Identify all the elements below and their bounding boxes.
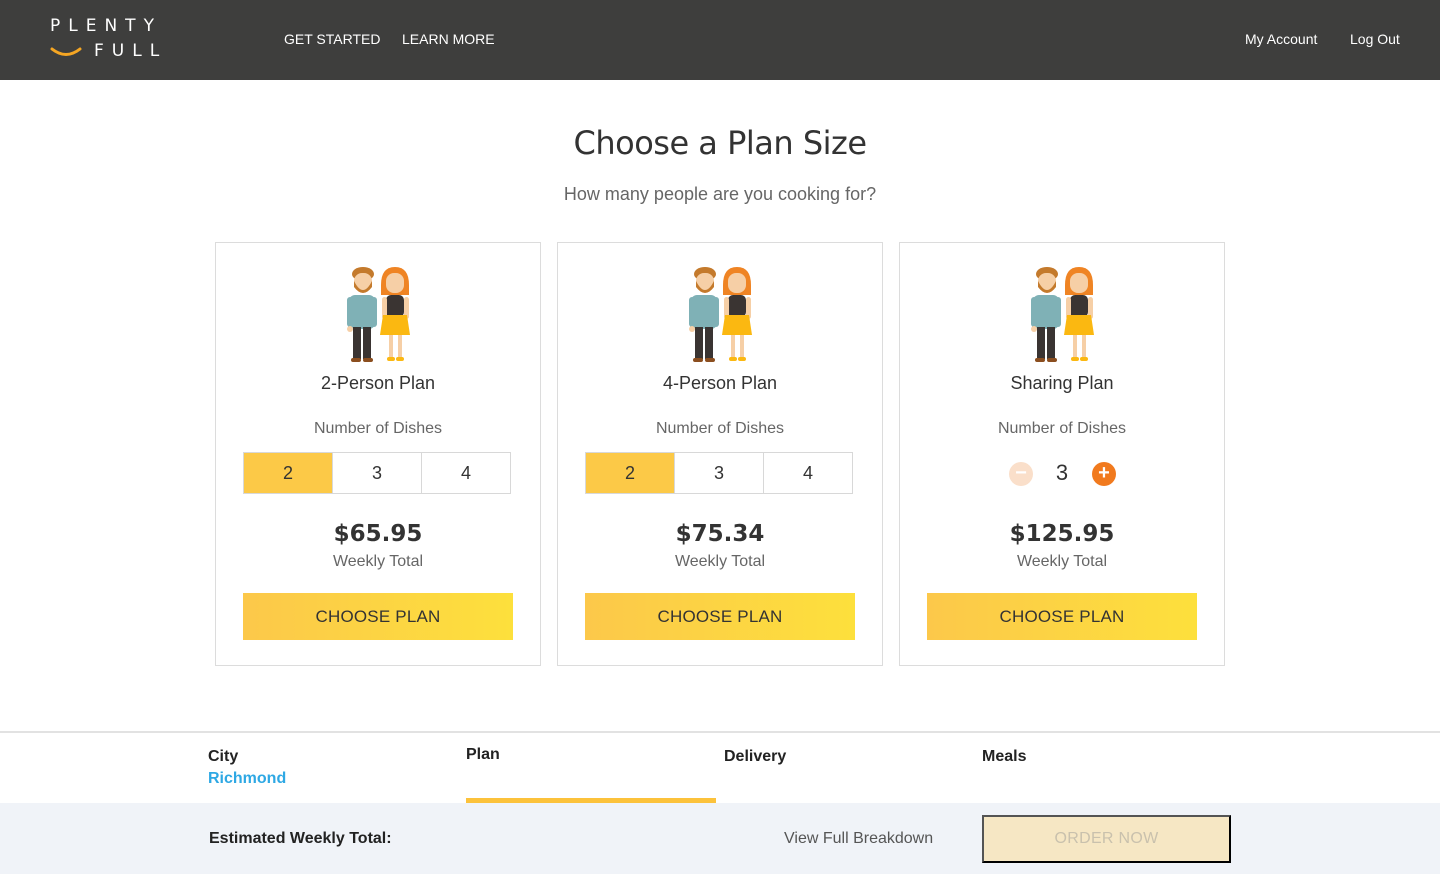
price-label: Weekly Total: [1016, 553, 1108, 570]
choose-plan-button[interactable]: CHOOSE PLAN: [585, 593, 855, 640]
my-account-link[interactable]: My Account: [1245, 31, 1317, 47]
step-city-label: City: [208, 748, 239, 765]
dishes-option-2[interactable]: 2: [586, 453, 675, 493]
step-plan-label: Plan: [466, 746, 500, 763]
price-label: Weekly Total: [674, 553, 766, 570]
plan-price: $125.95: [1009, 521, 1115, 547]
step-delivery[interactable]: Delivery: [724, 748, 786, 766]
order-now-button[interactable]: ORDER NOW: [982, 815, 1231, 863]
dishes-option-3[interactable]: 3: [675, 453, 764, 493]
price-label: Weekly Total: [332, 553, 424, 570]
nav-learn-more[interactable]: LEARN MORE: [402, 31, 495, 47]
logo-text-top: PLENTY: [50, 16, 162, 36]
log-out-link[interactable]: Log Out: [1350, 31, 1400, 47]
couple-illustration-icon: [1031, 267, 1094, 362]
dishes-label: Number of Dishes: [997, 420, 1127, 437]
dishes-stepper: − 3 +: [900, 456, 1224, 492]
step-city-value: Richmond: [208, 770, 287, 787]
plan-name: Sharing Plan: [1010, 373, 1114, 393]
plan-price: $65.95: [333, 521, 423, 547]
plan-name: 2-Person Plan: [320, 373, 436, 393]
nav-get-started[interactable]: GET STARTED: [284, 31, 380, 47]
couple-illustration-icon: [347, 267, 410, 362]
dishes-selector: 2 3 4: [243, 452, 511, 494]
smile-icon: [50, 47, 82, 56]
plan-price: $75.34: [675, 521, 765, 547]
step-meals-label: Meals: [982, 748, 1027, 765]
order-summary-bar: Estimated Weekly Total: View Full Breakd…: [0, 803, 1440, 874]
decrement-icon[interactable]: −: [1009, 462, 1033, 486]
dishes-option-2[interactable]: 2: [244, 453, 333, 493]
plan-card-2-person: 2-Person Plan Number of Dishes 2 3 4 $65…: [215, 242, 541, 666]
step-plan[interactable]: Plan: [466, 746, 500, 764]
step-meals[interactable]: Meals: [982, 748, 1026, 766]
plan-card-4-person: 4-Person Plan Number of Dishes 2 3 4 $75…: [557, 242, 883, 666]
estimated-total-label: Estimated Weekly Total:: [209, 830, 392, 847]
dishes-label: Number of Dishes: [313, 420, 443, 437]
dishes-option-3[interactable]: 3: [333, 453, 422, 493]
choose-plan-button[interactable]: CHOOSE PLAN: [927, 593, 1197, 640]
couple-illustration-icon: [689, 267, 752, 362]
view-breakdown-link[interactable]: View Full Breakdown: [784, 830, 933, 848]
page-title: Choose a Plan Size: [573, 124, 867, 162]
stepper-value: 3: [1055, 460, 1069, 485]
choose-plan-button[interactable]: CHOOSE PLAN: [243, 593, 513, 640]
plentyfull-logo[interactable]: PLENTY FULL: [48, 16, 168, 64]
top-navigation-bar: PLENTY FULL GET STARTED LEARN MORE My Ac…: [0, 0, 1440, 80]
checkout-steps: City Richmond Plan Delivery Meals: [0, 731, 1440, 803]
plan-name: 4-Person Plan: [662, 373, 778, 393]
step-city[interactable]: City Richmond: [208, 748, 286, 788]
dishes-label: Number of Dishes: [655, 420, 785, 437]
logo-text-bottom: FULL: [94, 41, 168, 61]
increment-icon[interactable]: +: [1092, 462, 1116, 486]
plan-card-sharing: Sharing Plan Number of Dishes − 3 + $125…: [899, 242, 1225, 666]
page-subtitle: How many people are you cooking for?: [563, 184, 877, 204]
dishes-option-4[interactable]: 4: [422, 453, 510, 493]
step-delivery-label: Delivery: [724, 748, 787, 765]
dishes-option-4[interactable]: 4: [764, 453, 852, 493]
dishes-selector: 2 3 4: [585, 452, 853, 494]
